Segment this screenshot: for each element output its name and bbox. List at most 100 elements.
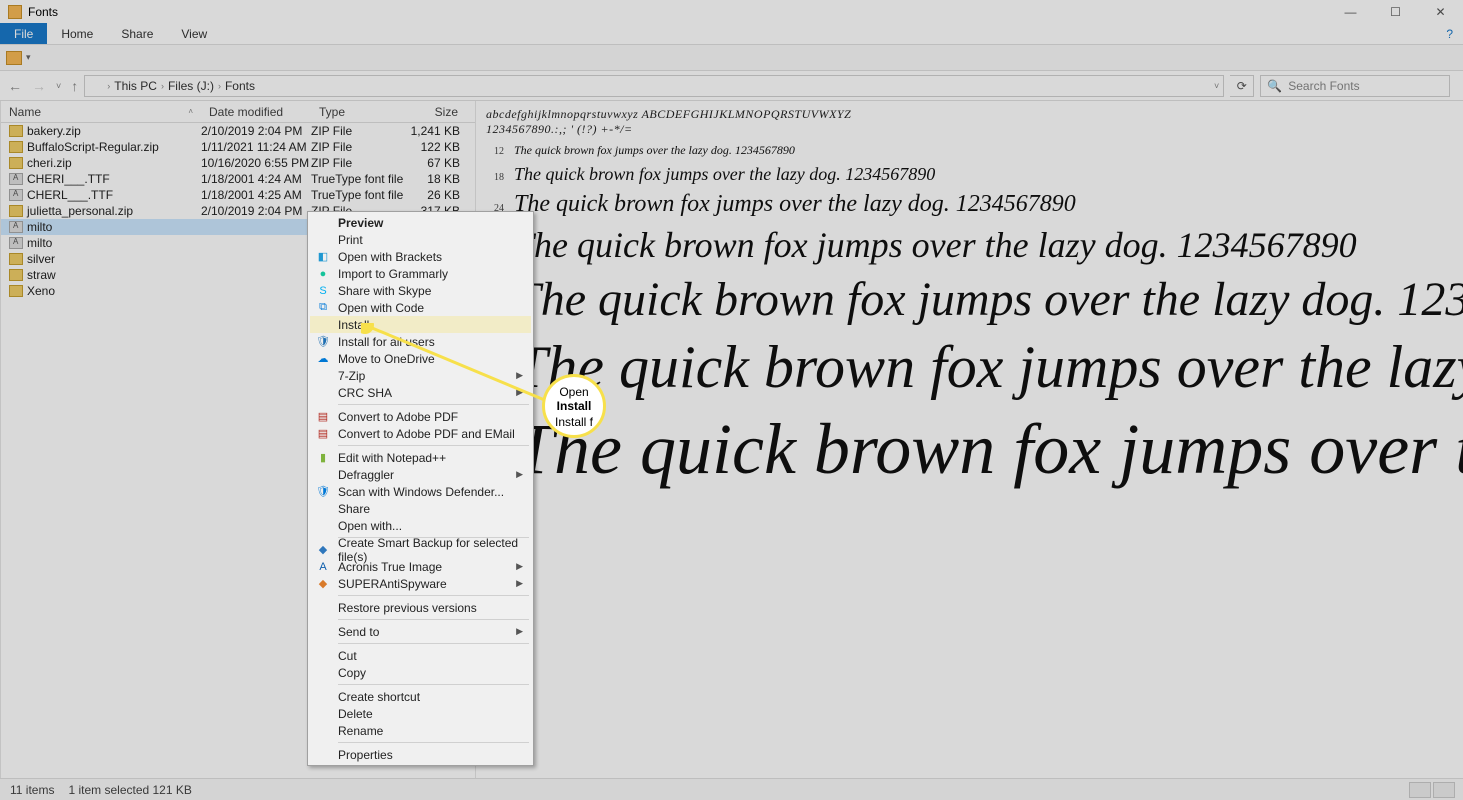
sidebar-item[interactable]: 6f4960b49390e04d.zip (0, 465, 1, 483)
context-menu[interactable]: PreviewPrint◧Open with Brackets●Import t… (307, 211, 534, 766)
menu-item[interactable]: Defraggler▶ (310, 466, 531, 483)
sidebar-item[interactable]: WordPress Freebies (0, 447, 1, 465)
menu-item[interactable]: Properties (310, 746, 531, 763)
recent-dropdown[interactable]: ˅ (56, 81, 61, 91)
sidebar-item[interactable]: Videos (0, 159, 1, 177)
sidebar-item[interactable]: Pictures (0, 717, 1, 735)
sidebar-item[interactable]: Documents (0, 357, 1, 375)
menu-item[interactable]: Open with... (310, 517, 531, 534)
sidebar-item[interactable]: Music (0, 663, 1, 681)
sidebar-item[interactable]: Cursors (0, 321, 1, 339)
table-row[interactable]: BuffaloScript-Regular.zip1/11/2021 11:24… (1, 139, 475, 155)
table-row[interactable]: bakery.zip2/10/2019 2:04 PMZIP File1,241… (1, 123, 475, 139)
sidebar-item[interactable]: strawberry_blossom_personal.zip (0, 627, 1, 645)
column-date[interactable]: Date modified (201, 105, 311, 119)
close-button[interactable]: ✕ (1418, 0, 1463, 23)
menu-item[interactable]: ◧Open with Brackets (310, 248, 531, 265)
menu-item[interactable]: 🛡Install for all users (310, 333, 531, 350)
search-input[interactable]: 🔍 Search Fonts (1260, 75, 1450, 97)
back-button[interactable]: ← (8, 78, 22, 94)
sidebar-item[interactable]: Photoshop brushes (0, 429, 1, 447)
tab-share[interactable]: Share (107, 23, 167, 44)
sidebar-item[interactable]: TooManyAddons-9.0.2.zip (0, 483, 1, 501)
sidebar-item[interactable]: Files (J:) (0, 195, 1, 213)
sidebar-item[interactable]: Compressed (0, 303, 1, 321)
sidebar-item[interactable]: Archived Pictures (0, 267, 1, 285)
sidebar-item[interactable]: cheri.zip (0, 573, 1, 591)
sidebar-item[interactable]: BuffaloScript-Regular.zip (0, 555, 1, 573)
sidebar-item[interactable]: Fonts (0, 519, 1, 537)
breadcrumb[interactable]: This PC (114, 79, 157, 93)
sidebar-item[interactable]: Archived Documents (0, 249, 1, 267)
view-icons-button[interactable] (1433, 782, 1455, 798)
sidebar-item[interactable]: Outlook Files (0, 699, 1, 717)
menu-item[interactable]: Cut (310, 647, 531, 664)
sidebar-item[interactable]: AppData (0, 231, 1, 249)
menu-item[interactable]: ☁Move to OneDrive (310, 350, 531, 367)
view-details-button[interactable] (1409, 782, 1431, 798)
up-button[interactable]: ↑ (71, 78, 78, 94)
breadcrumb[interactable]: Fonts (225, 79, 255, 93)
menu-item[interactable]: Share (310, 500, 531, 517)
sidebar-item[interactable]: Adobe Photoshop CC 2019 Settings (0, 213, 1, 231)
sidebar-item[interactable]: Downloads (0, 105, 1, 123)
file-size: 18 KB (406, 172, 466, 186)
sidebar-item[interactable]: School (0, 735, 1, 753)
sidebar-item[interactable]: julietta_personal.zip (0, 591, 1, 609)
menu-item[interactable]: Rename (310, 722, 531, 739)
menu-item[interactable]: Delete (310, 705, 531, 722)
sidebar-item[interactable]: My Downloads (0, 681, 1, 699)
menu-item[interactable]: Restore previous versions (310, 599, 531, 616)
sidebar-item[interactable]: bakery.zip (0, 537, 1, 555)
menu-item[interactable]: Create shortcut (310, 688, 531, 705)
sidebar-item[interactable]: Audio (0, 285, 1, 303)
sidebar-item[interactable]: Software (0, 753, 1, 771)
menu-item[interactable]: Print (310, 231, 531, 248)
menu-item[interactable]: Copy (310, 664, 531, 681)
forward-button[interactable]: → (32, 78, 46, 94)
address-bar[interactable]: › This PC› Files (J:)› Fonts ˅ (84, 75, 1224, 97)
sidebar-item[interactable]: Elementor Freebies (0, 411, 1, 429)
menu-item[interactable]: ◆Create Smart Backup for selected file(s… (310, 541, 531, 558)
menu-item[interactable]: ⧉Open with Code (310, 299, 531, 316)
menu-item[interactable]: CRC SHA▶ (310, 384, 531, 401)
tab-home[interactable]: Home (47, 23, 107, 44)
table-row[interactable]: CHERL___.TTF1/18/2001 4:25 AMTrueType fo… (1, 187, 475, 203)
menu-item[interactable]: Preview (310, 214, 531, 231)
minimize-button[interactable]: — (1328, 0, 1373, 23)
table-row[interactable]: CHERI___.TTF1/18/2001 4:24 AMTrueType fo… (1, 171, 475, 187)
menu-item[interactable]: ▤Convert to Adobe PDF (310, 408, 531, 425)
column-size[interactable]: Size (406, 105, 466, 119)
menu-item[interactable]: ▮Edit with Notepad++ (310, 449, 531, 466)
menu-item[interactable]: ●Import to Grammarly (310, 265, 531, 282)
sidebar-item[interactable]: sandisk (C:) (0, 177, 1, 195)
breadcrumb[interactable]: Files (J:) (168, 79, 214, 93)
menu-item[interactable]: SShare with Skype (310, 282, 531, 299)
sidebar-item[interactable]: Creatively_Caffeinated-WP Plugins (0, 393, 1, 411)
tab-view[interactable]: View (167, 23, 221, 44)
sidebar-item[interactable]: silver_charm_personal.zip (0, 609, 1, 627)
sidebar-item[interactable]: Favorites (0, 501, 1, 519)
maximize-button[interactable]: ☐ (1373, 0, 1418, 23)
menu-item[interactable]: ▤Convert to Adobe PDF and EMail (310, 425, 531, 442)
sidebar-item[interactable]: Music (0, 123, 1, 141)
chevron-down-icon[interactable]: ▾ (26, 52, 31, 63)
menu-item[interactable]: 🛡Scan with Windows Defender... (310, 483, 531, 500)
column-type[interactable]: Type (311, 105, 406, 119)
tab-file[interactable]: File (0, 23, 47, 44)
navigation-pane[interactable]: ▲ ▼ DownloadsMusicPicturesVideossandisk … (0, 101, 1, 795)
menu-item[interactable]: 7-Zip▶ (310, 367, 531, 384)
menu-item[interactable]: Send to▶ (310, 623, 531, 640)
refresh-button[interactable]: ⟳ (1230, 75, 1254, 97)
help-icon[interactable]: ? (1436, 23, 1463, 44)
menu-item[interactable]: Install (310, 316, 531, 333)
column-name[interactable]: Name˄ (1, 105, 201, 119)
table-row[interactable]: cheri.zip10/16/2020 6:55 PMZIP File67 KB (1, 155, 475, 171)
menu-item[interactable]: ◆SUPERAntiSpyware▶ (310, 575, 531, 592)
column-headers[interactable]: Name˄ Date modified Type Size (1, 101, 475, 123)
sidebar-item[interactable]: Pictures (0, 141, 1, 159)
menu-item[interactable]: AAcronis True Image▶ (310, 558, 531, 575)
sidebar-item[interactable]: Downloads (0, 375, 1, 393)
sidebar-item[interactable]: Xenophone.zip (0, 645, 1, 663)
sidebar-item[interactable]: Desktop (0, 339, 1, 357)
